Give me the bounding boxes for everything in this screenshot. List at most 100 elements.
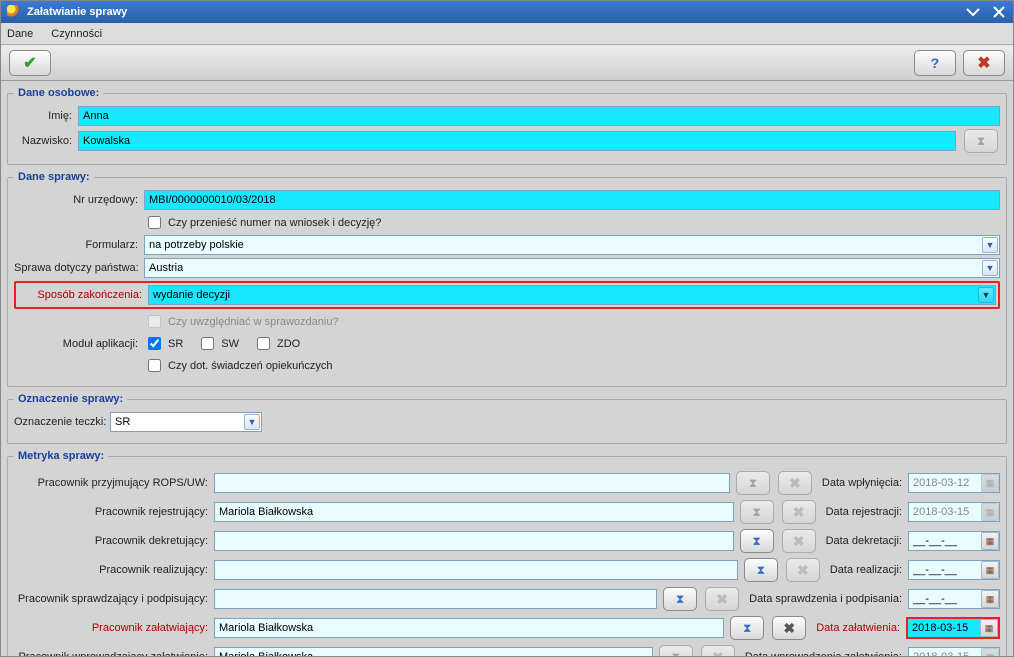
nazwisko-input[interactable] bbox=[78, 131, 956, 151]
imie-input[interactable] bbox=[78, 106, 1000, 126]
sposob-select[interactable] bbox=[148, 285, 996, 305]
calendar-icon: ▦ bbox=[981, 503, 999, 521]
metrics-pick-button: ⧗ bbox=[740, 500, 774, 524]
group-oznaczenie: Oznaczenie sprawy: Oznaczenie teczki: ▼ bbox=[7, 393, 1007, 444]
metrics-date-field: ▦ bbox=[908, 502, 1000, 522]
metrics-row: Pracownik załatwiający: ⧗ ✖ Data załatwieni… bbox=[14, 616, 1000, 640]
hourglass-icon: ⧗ bbox=[977, 134, 985, 149]
metrics-date-input[interactable] bbox=[909, 535, 979, 547]
teczka-select[interactable] bbox=[110, 412, 262, 432]
calendar-icon[interactable]: ▦ bbox=[981, 532, 999, 550]
metrics-date-field: ▦ bbox=[908, 473, 1000, 493]
sposob-label: Sposób zakończenia: bbox=[18, 289, 148, 301]
metrics-clear-button: ✖ bbox=[701, 645, 735, 656]
x-icon: ✖ bbox=[712, 649, 724, 657]
metrics-clear-button: ✖ bbox=[782, 529, 816, 553]
app-window: Załatwianie sprawy Dane Czynności ✔ ? ✖ bbox=[0, 0, 1014, 657]
menu-dane[interactable]: Dane bbox=[7, 28, 33, 40]
group-dane-osobowe: Dane osobowe: Imię: Nazwisko: ⧗ bbox=[7, 87, 1007, 165]
przenies-label: Czy przenieść numer na wniosek i decyzję… bbox=[168, 217, 381, 229]
x-icon: ✖ bbox=[789, 475, 801, 492]
window-title: Załatwianie sprawy bbox=[27, 6, 127, 18]
metrics-date-input[interactable] bbox=[909, 593, 979, 605]
x-icon: ✖ bbox=[797, 562, 809, 579]
metrics-worker-input[interactable] bbox=[214, 560, 738, 580]
legend-dane-sprawy: Dane sprawy: bbox=[14, 171, 94, 183]
metrics-date-label: Data realizacji: bbox=[830, 564, 908, 576]
hourglass-icon: ⧗ bbox=[757, 563, 765, 578]
metrics-date-field: ▦ bbox=[908, 531, 1000, 551]
metrics-date-input bbox=[909, 477, 979, 489]
hourglass-icon: ⧗ bbox=[743, 621, 751, 636]
calendar-icon[interactable]: ▦ bbox=[980, 619, 998, 637]
calendar-icon[interactable]: ▦ bbox=[981, 590, 999, 608]
metrics-pick-button[interactable]: ⧗ bbox=[663, 587, 697, 611]
chevron-down-icon[interactable]: ▼ bbox=[982, 237, 998, 253]
osobowe-pick-button: ⧗ bbox=[964, 129, 998, 153]
hourglass-icon: ⧗ bbox=[752, 534, 760, 549]
modul-sr-input[interactable] bbox=[148, 337, 161, 350]
metrics-worker-input[interactable] bbox=[214, 531, 734, 551]
metrics-worker-label: Pracownik załatwiający: bbox=[14, 622, 214, 634]
legend-metryka: Metryka sprawy: bbox=[14, 450, 108, 462]
app-icon bbox=[7, 5, 21, 19]
formularz-select[interactable] bbox=[144, 235, 1000, 255]
dot-checkbox[interactable]: Czy dot. świadczeń opiekuńczych bbox=[144, 356, 332, 375]
hourglass-icon: ⧗ bbox=[672, 650, 680, 657]
dot-label: Czy dot. świadczeń opiekuńczych bbox=[168, 360, 332, 372]
minimize-icon[interactable] bbox=[965, 4, 981, 20]
dot-input[interactable] bbox=[148, 359, 161, 372]
confirm-button[interactable]: ✔ bbox=[9, 50, 51, 76]
metrics-date-label: Data wpłynięcia: bbox=[822, 477, 908, 489]
calendar-icon[interactable]: ▦ bbox=[981, 561, 999, 579]
x-icon: ✖ bbox=[716, 591, 728, 608]
nr-label: Nr urzędowy: bbox=[14, 194, 144, 206]
panstwo-select[interactable] bbox=[144, 258, 1000, 278]
metrics-worker-input[interactable] bbox=[214, 647, 653, 656]
metrics-date-input[interactable] bbox=[909, 564, 979, 576]
calendar-icon: ▦ bbox=[981, 648, 999, 656]
metrics-row: Pracownik sprawdzający i podpisujący:⧗✖D… bbox=[14, 587, 1000, 611]
uwzgl-input bbox=[148, 315, 161, 328]
close-button[interactable]: ✖ bbox=[963, 50, 1005, 76]
help-button[interactable]: ? bbox=[914, 50, 956, 76]
panstwo-label: Sprawa dotyczy państwa: bbox=[14, 262, 144, 274]
metrics-date-input bbox=[909, 506, 979, 518]
metrics-row: Pracownik realizujący:⧗✖Data realizacji:… bbox=[14, 558, 1000, 582]
calendar-icon: ▦ bbox=[981, 474, 999, 492]
metrics-row: Pracownik wprowadzający załatwienie:⧗✖Da… bbox=[14, 645, 1000, 656]
metrics-date-label: Data załatwienia: bbox=[816, 622, 906, 634]
chevron-down-icon[interactable]: ▼ bbox=[978, 287, 994, 303]
metrics-date-field: ▦ bbox=[908, 647, 1000, 656]
metrics-date-input[interactable] bbox=[908, 622, 978, 634]
check-icon: ✔ bbox=[23, 53, 36, 73]
help-icon: ? bbox=[931, 55, 940, 71]
modul-sw-input[interactable] bbox=[201, 337, 214, 350]
metrics-worker-label: Pracownik przyjmujący ROPS/UW: bbox=[14, 477, 214, 489]
metrics-pick-button[interactable]: ⧗ bbox=[740, 529, 774, 553]
metrics-worker-input[interactable] bbox=[214, 589, 657, 609]
metrics-worker-input[interactable] bbox=[214, 473, 730, 493]
metrics-worker-input[interactable] bbox=[214, 618, 724, 638]
przenies-checkbox[interactable]: Czy przenieść numer na wniosek i decyzję… bbox=[144, 213, 381, 232]
uwzgl-checkbox[interactable]: Czy uwzględniać w sprawozdaniu? bbox=[144, 312, 339, 331]
metrics-clear-button: ✖ bbox=[705, 587, 739, 611]
modul-zdo-input[interactable] bbox=[257, 337, 270, 350]
nr-input[interactable] bbox=[144, 190, 1000, 210]
modul-sr-checkbox[interactable]: SR bbox=[144, 334, 183, 353]
metrics-pick-button[interactable]: ⧗ bbox=[744, 558, 778, 582]
modul-sw-checkbox[interactable]: SW bbox=[197, 334, 239, 353]
metrics-pick-button[interactable]: ⧗ bbox=[730, 616, 764, 640]
modul-zdo-checkbox[interactable]: ZDO bbox=[253, 334, 300, 353]
content-area: Dane osobowe: Imię: Nazwisko: ⧗ Dane spr… bbox=[1, 81, 1013, 656]
menu-czynnosci[interactable]: Czynności bbox=[51, 28, 102, 40]
metrics-clear-button[interactable]: ✖ bbox=[772, 616, 806, 640]
przenies-input[interactable] bbox=[148, 216, 161, 229]
metrics-pick-button: ⧗ bbox=[736, 471, 770, 495]
metrics-clear-button: ✖ bbox=[786, 558, 820, 582]
close-icon[interactable] bbox=[991, 4, 1007, 20]
chevron-down-icon[interactable]: ▼ bbox=[244, 414, 260, 430]
toolbar: ✔ ? ✖ bbox=[1, 45, 1013, 81]
metrics-worker-input[interactable] bbox=[214, 502, 734, 522]
chevron-down-icon[interactable]: ▼ bbox=[982, 260, 998, 276]
